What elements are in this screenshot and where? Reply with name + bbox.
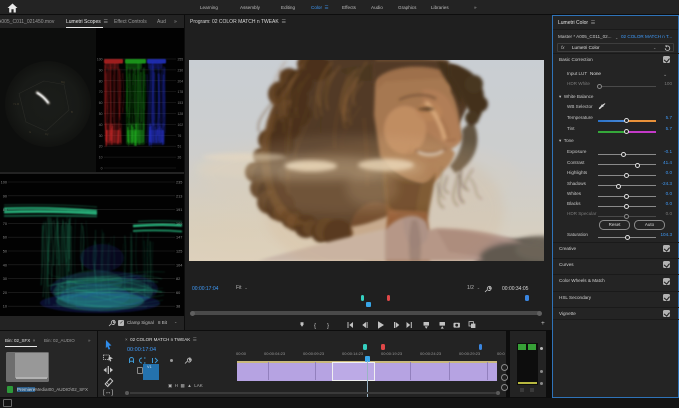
svg-text:30: 30 — [99, 134, 103, 138]
svg-text:50: 50 — [3, 250, 7, 254]
svg-text:90: 90 — [99, 68, 103, 72]
svg-text:51: 51 — [178, 145, 182, 149]
svg-text:60: 60 — [176, 291, 180, 295]
svg-text:B: B — [71, 110, 73, 114]
svg-text:40: 40 — [3, 263, 7, 267]
svg-text:147: 147 — [176, 236, 182, 240]
svg-text:60: 60 — [3, 236, 7, 240]
svg-text:26: 26 — [178, 156, 182, 160]
svg-text:100: 100 — [1, 181, 7, 185]
svg-text:10: 10 — [99, 156, 103, 160]
svg-text:90: 90 — [3, 194, 7, 198]
svg-text:[↔]: [↔] — [103, 389, 113, 396]
svg-text:10: 10 — [3, 305, 7, 309]
svg-text:128: 128 — [178, 112, 184, 116]
svg-text:76: 76 — [178, 134, 182, 138]
svg-text:100: 100 — [97, 58, 103, 62]
svg-text:20: 20 — [3, 291, 7, 295]
svg-text:}: } — [327, 323, 329, 329]
svg-text:82: 82 — [176, 277, 180, 281]
svg-text:50: 50 — [99, 112, 103, 116]
svg-text:30: 30 — [3, 277, 7, 281]
svg-text:70: 70 — [99, 90, 103, 94]
svg-text:0: 0 — [101, 167, 103, 171]
svg-text:191: 191 — [176, 208, 182, 212]
svg-text:80: 80 — [99, 79, 103, 83]
svg-text:102: 102 — [178, 123, 184, 127]
svg-text:204: 204 — [178, 79, 184, 83]
svg-text:G: G — [29, 130, 31, 134]
svg-text:YL R: YL R — [13, 102, 19, 106]
svg-text:153: 153 — [178, 101, 184, 105]
svg-text:20: 20 — [99, 145, 103, 149]
svg-text:{: { — [314, 323, 316, 329]
svg-text:235: 235 — [176, 181, 182, 185]
svg-text:178: 178 — [178, 90, 184, 94]
svg-text:230: 230 — [178, 68, 184, 72]
svg-text:38: 38 — [176, 305, 180, 309]
svg-text:Cy: Cy — [45, 132, 49, 136]
svg-text:125: 125 — [176, 250, 182, 254]
svg-text:104: 104 — [176, 263, 182, 267]
svg-text:60: 60 — [99, 101, 103, 105]
svg-text:40: 40 — [99, 123, 103, 127]
svg-text:Mg: Mg — [61, 80, 65, 84]
svg-text:70: 70 — [3, 222, 7, 226]
svg-text:213: 213 — [176, 194, 182, 198]
svg-text:255: 255 — [178, 58, 184, 62]
